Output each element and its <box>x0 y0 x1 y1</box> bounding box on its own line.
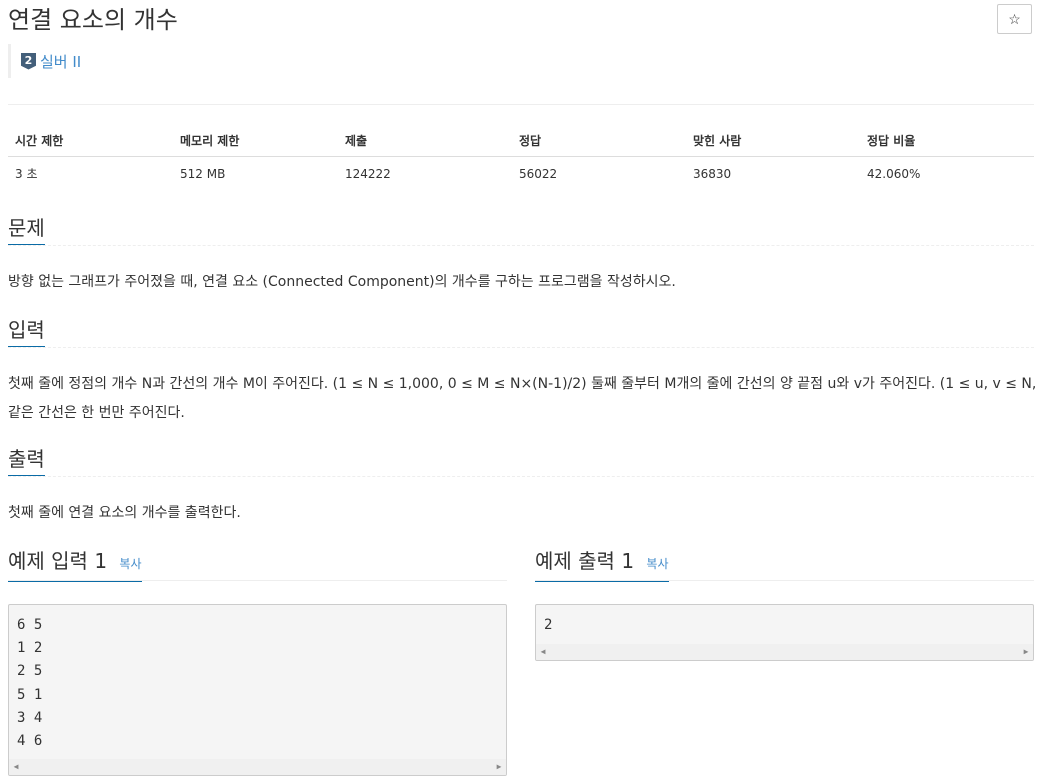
favorite-star-button[interactable]: ☆ <box>997 4 1032 34</box>
input-text-line: 첫째 줄에 정점의 개수 N과 간선의 개수 M이 주어진다. (1 ≤ N ≤… <box>8 376 1039 392</box>
tier-link[interactable]: 실버 II <box>40 51 81 72</box>
section-title: 입력 <box>8 315 45 347</box>
input-section: 입력 첫째 줄에 정점의 개수 N과 간선의 개수 M이 주어진다. (1 ≤ … <box>8 315 1039 428</box>
tier-icon: 2 <box>21 52 36 70</box>
output-section: 출력 첫째 줄에 연결 요소의 개수를 출력한다. <box>8 444 1034 528</box>
sample-header: 예제 출력 1 복사 <box>535 546 1034 582</box>
problem-description-section: 문제 방향 없는 그래프가 주어졌을 때, 연결 요소 (Connected C… <box>8 213 1034 297</box>
scroll-right-icon[interactable]: ▶ <box>1019 644 1033 660</box>
star-icon: ☆ <box>1008 11 1021 27</box>
page-title: 연결 요소의 개수 <box>8 6 178 34</box>
info-memory-limit: 512 MB <box>180 166 226 181</box>
section-header: 입력 <box>8 315 1034 348</box>
section-header: 문제 <box>8 213 1034 246</box>
problem-description-text: 방향 없는 그래프가 주어졌을 때, 연결 요소 (Connected Comp… <box>8 274 676 290</box>
info-accepted: 56022 <box>519 166 558 181</box>
copy-button[interactable]: 복사 <box>646 557 668 571</box>
sample-title-text: 예제 입력 1 <box>8 549 108 573</box>
copy-button[interactable]: 복사 <box>119 557 141 571</box>
info-submissions: 124222 <box>345 166 391 181</box>
info-header-accepted: 정답 <box>512 124 686 157</box>
scroll-left-icon[interactable]: ◀ <box>536 644 550 660</box>
table-row: 3 초 512 MB 124222 56022 36830 42.060% <box>8 157 1034 191</box>
input-description: 첫째 줄에 정점의 개수 N과 간선의 개수 M이 주어진다. (1 ≤ N ≤… <box>8 370 1039 428</box>
sample-input-box[interactable]: 6 5 1 2 2 5 5 1 3 4 4 6 ◀ ▶ <box>8 604 507 776</box>
sample-title: 예제 입력 1 복사 <box>8 546 142 582</box>
info-header-memory-limit: 메모리 제한 <box>173 124 338 157</box>
sample-output-section: 예제 출력 1 복사 <box>535 546 1034 582</box>
info-time-limit: 3 초 <box>15 167 38 181</box>
info-header-submissions: 제출 <box>338 124 512 157</box>
sample-output-box[interactable]: 2 ◀ ▶ <box>535 604 1034 661</box>
sample-header: 예제 입력 1 복사 <box>8 546 507 582</box>
scroll-right-icon[interactable]: ▶ <box>492 759 506 775</box>
sample-title: 예제 출력 1 복사 <box>535 546 669 582</box>
sample-output-content: 2 <box>544 617 553 633</box>
info-solved-users: 36830 <box>693 166 732 181</box>
section-title: 출력 <box>8 444 45 476</box>
problem-info-table: 시간 제한 메모리 제한 제출 정답 맞힌 사람 정답 비율 3 초 512 M… <box>8 124 1034 190</box>
horizontal-scrollbar[interactable]: ◀ ▶ <box>536 644 1033 660</box>
sample-input-content: 6 5 1 2 2 5 5 1 3 4 4 6 <box>17 617 43 750</box>
tier-badge-row: 2 실버 II <box>8 44 81 78</box>
sample-input-section: 예제 입력 1 복사 <box>8 546 507 582</box>
info-accept-ratio: 42.060% <box>867 166 921 181</box>
section-title: 문제 <box>8 213 45 245</box>
horizontal-scrollbar[interactable]: ◀ ▶ <box>9 759 506 775</box>
info-header-accept-ratio: 정답 비율 <box>860 124 1034 157</box>
info-header-solved-users: 맞힌 사람 <box>686 124 860 157</box>
sample-title-text: 예제 출력 1 <box>535 549 635 573</box>
output-description: 첫째 줄에 연결 요소의 개수를 출력한다. <box>8 505 241 521</box>
section-header: 출력 <box>8 444 1034 477</box>
scroll-left-icon[interactable]: ◀ <box>9 759 23 775</box>
input-text-line: 같은 간선은 한 번만 주어진다. <box>8 405 185 421</box>
divider <box>8 104 1034 105</box>
info-header-time-limit: 시간 제한 <box>8 124 173 157</box>
